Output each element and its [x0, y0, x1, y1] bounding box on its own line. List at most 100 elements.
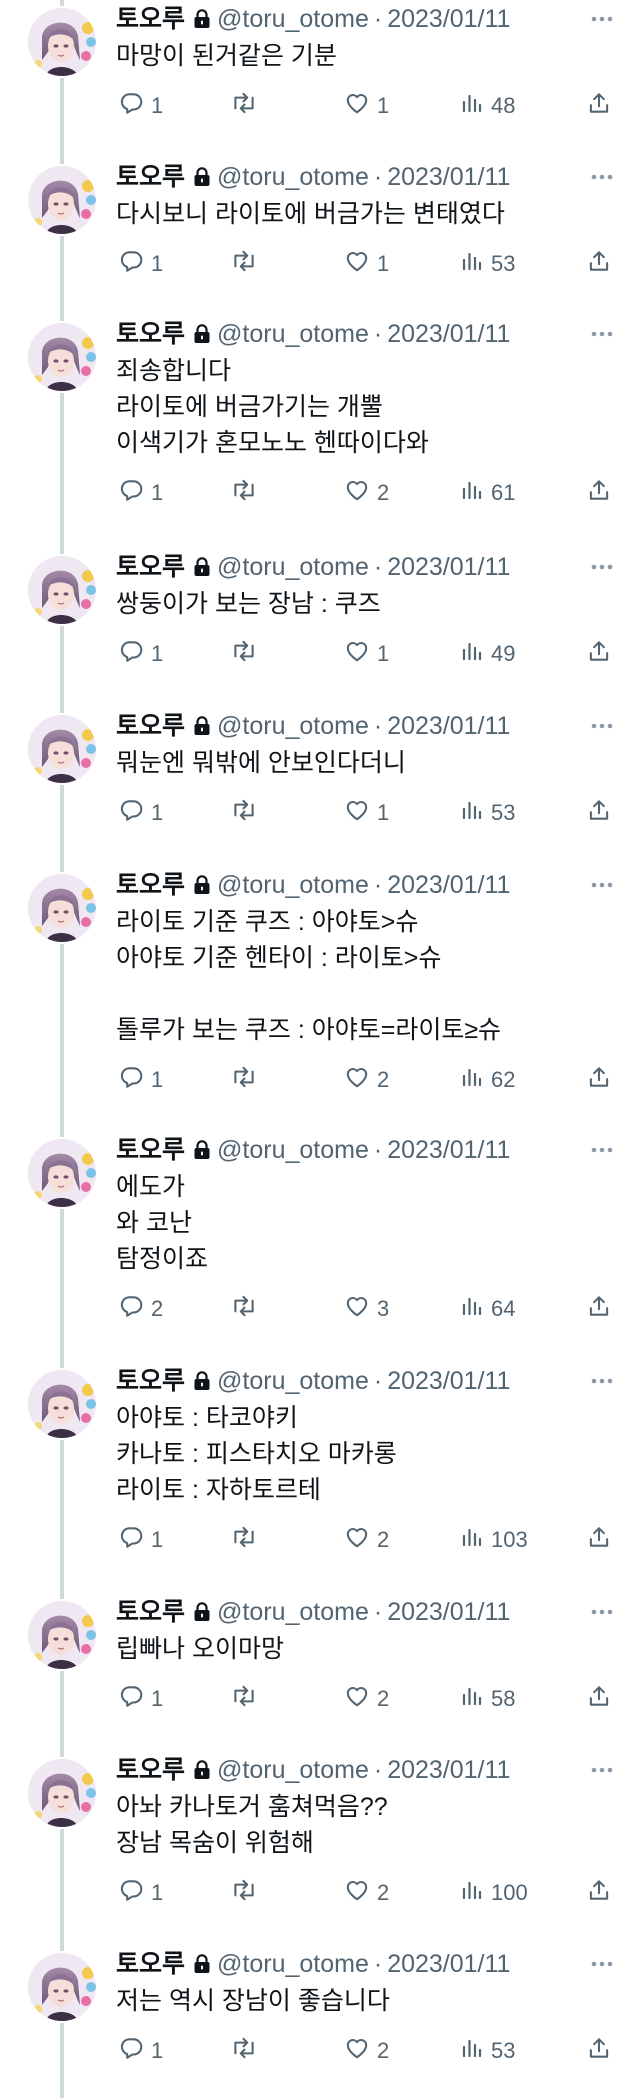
views-button[interactable]: 48	[460, 88, 515, 124]
reply-button[interactable]: 1	[118, 795, 163, 831]
share-button[interactable]	[586, 1875, 612, 1911]
avatar[interactable]	[28, 1601, 96, 1669]
display-name[interactable]: 토오루	[116, 1133, 185, 1167]
reply-button[interactable]: 1	[118, 246, 163, 282]
share-button[interactable]	[586, 1291, 612, 1327]
timestamp[interactable]: 2023/01/11	[387, 1595, 510, 1629]
retweet-button[interactable]	[230, 795, 265, 831]
more-icon[interactable]	[588, 872, 616, 898]
share-button[interactable]	[586, 475, 612, 511]
display-name[interactable]: 토오루	[116, 1364, 185, 1398]
more-icon[interactable]	[588, 554, 616, 580]
avatar[interactable]	[28, 1370, 96, 1438]
more-icon[interactable]	[588, 1599, 616, 1625]
retweet-button[interactable]	[230, 1062, 265, 1098]
like-button[interactable]: 2	[344, 1875, 389, 1911]
like-button[interactable]: 2	[344, 2033, 389, 2069]
retweet-button[interactable]	[230, 475, 265, 511]
views-button[interactable]: 53	[460, 795, 515, 831]
display-name[interactable]: 토오루	[116, 317, 185, 351]
share-button[interactable]	[586, 88, 612, 124]
avatar[interactable]	[28, 556, 96, 624]
more-icon[interactable]	[588, 6, 616, 32]
reply-button[interactable]: 1	[118, 636, 163, 672]
handle[interactable]: @toru_otome	[217, 2, 369, 36]
display-name[interactable]: 토오루	[116, 160, 185, 194]
retweet-button[interactable]	[230, 1291, 265, 1327]
handle[interactable]: @toru_otome	[217, 709, 369, 743]
share-button[interactable]	[586, 246, 612, 282]
timestamp[interactable]: 2023/01/11	[387, 1753, 510, 1787]
share-button[interactable]	[586, 636, 612, 672]
retweet-button[interactable]	[230, 88, 265, 124]
like-button[interactable]: 1	[344, 795, 389, 831]
views-button[interactable]: 53	[460, 246, 515, 282]
like-button[interactable]: 1	[344, 246, 389, 282]
timestamp[interactable]: 2023/01/11	[387, 160, 510, 194]
like-button[interactable]: 1	[344, 88, 389, 124]
reply-button[interactable]: 1	[118, 475, 163, 511]
handle[interactable]: @toru_otome	[217, 1947, 369, 1981]
timestamp[interactable]: 2023/01/11	[387, 709, 510, 743]
handle[interactable]: @toru_otome	[217, 1133, 369, 1167]
share-button[interactable]	[586, 2033, 612, 2069]
display-name[interactable]: 토오루	[116, 1947, 185, 1981]
display-name[interactable]: 토오루	[116, 868, 185, 902]
reply-button[interactable]: 1	[118, 1875, 163, 1911]
timestamp[interactable]: 2023/01/11	[387, 1133, 510, 1167]
timestamp[interactable]: 2023/01/11	[387, 317, 510, 351]
retweet-button[interactable]	[230, 2033, 265, 2069]
retweet-button[interactable]	[230, 636, 265, 672]
handle[interactable]: @toru_otome	[217, 1753, 369, 1787]
like-button[interactable]: 2	[344, 1062, 389, 1098]
timestamp[interactable]: 2023/01/11	[387, 868, 510, 902]
views-button[interactable]: 64	[460, 1291, 515, 1327]
more-icon[interactable]	[588, 713, 616, 739]
more-icon[interactable]	[588, 1368, 616, 1394]
like-button[interactable]: 2	[344, 1681, 389, 1717]
share-button[interactable]	[586, 1522, 612, 1558]
share-button[interactable]	[586, 1062, 612, 1098]
views-button[interactable]: 53	[460, 2033, 515, 2069]
timestamp[interactable]: 2023/01/11	[387, 1947, 510, 1981]
handle[interactable]: @toru_otome	[217, 550, 369, 584]
display-name[interactable]: 토오루	[116, 2, 185, 36]
avatar[interactable]	[28, 166, 96, 234]
views-button[interactable]: 103	[460, 1522, 528, 1558]
display-name[interactable]: 토오루	[116, 1595, 185, 1629]
reply-button[interactable]: 1	[118, 1681, 163, 1717]
handle[interactable]: @toru_otome	[217, 868, 369, 902]
views-button[interactable]: 62	[460, 1062, 515, 1098]
share-button[interactable]	[586, 795, 612, 831]
more-icon[interactable]	[588, 1757, 616, 1783]
like-button[interactable]: 2	[344, 475, 389, 511]
views-button[interactable]: 61	[460, 475, 515, 511]
timestamp[interactable]: 2023/01/11	[387, 2, 510, 36]
handle[interactable]: @toru_otome	[217, 317, 369, 351]
like-button[interactable]: 1	[344, 636, 389, 672]
reply-button[interactable]: 2	[118, 1291, 163, 1327]
display-name[interactable]: 토오루	[116, 550, 185, 584]
more-icon[interactable]	[588, 1951, 616, 1977]
views-button[interactable]: 49	[460, 636, 515, 672]
reply-button[interactable]: 1	[118, 2033, 163, 2069]
avatar[interactable]	[28, 323, 96, 391]
display-name[interactable]: 토오루	[116, 1753, 185, 1787]
more-icon[interactable]	[588, 1137, 616, 1163]
avatar[interactable]	[28, 8, 96, 76]
avatar[interactable]	[28, 1759, 96, 1827]
retweet-button[interactable]	[230, 1522, 265, 1558]
more-icon[interactable]	[588, 164, 616, 190]
like-button[interactable]: 3	[344, 1291, 389, 1327]
like-button[interactable]: 2	[344, 1522, 389, 1558]
retweet-button[interactable]	[230, 246, 265, 282]
reply-button[interactable]: 1	[118, 1062, 163, 1098]
handle[interactable]: @toru_otome	[217, 1595, 369, 1629]
retweet-button[interactable]	[230, 1681, 265, 1717]
avatar[interactable]	[28, 874, 96, 942]
more-icon[interactable]	[588, 321, 616, 347]
avatar[interactable]	[28, 1139, 96, 1207]
handle[interactable]: @toru_otome	[217, 160, 369, 194]
retweet-button[interactable]	[230, 1875, 265, 1911]
avatar[interactable]	[28, 1953, 96, 2021]
